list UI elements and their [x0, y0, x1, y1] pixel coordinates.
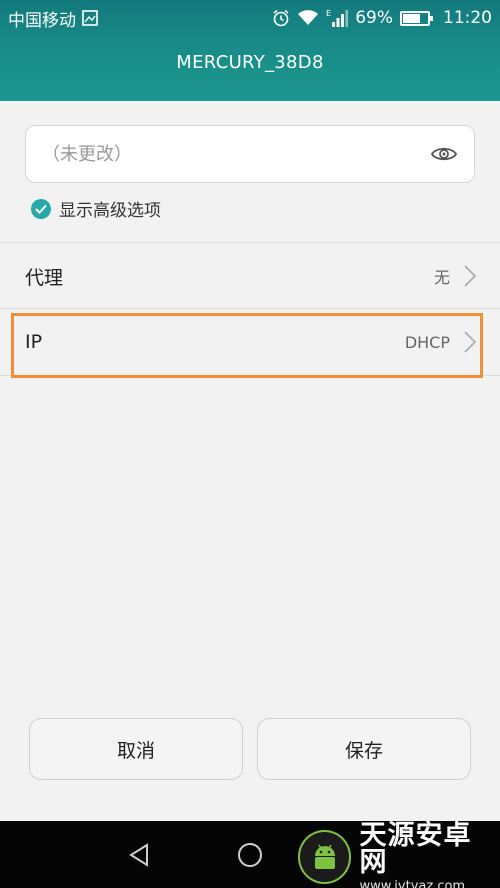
page-title: MERCURY_38D8: [176, 52, 324, 73]
save-button[interactable]: 保存: [257, 718, 471, 780]
ip-settings-row[interactable]: IP DHCP: [0, 309, 500, 375]
proxy-value: 无: [433, 268, 450, 287]
password-input[interactable]: [42, 143, 430, 165]
ip-value: DHCP: [404, 332, 450, 352]
ip-label: IP: [25, 331, 43, 353]
password-field[interactable]: [25, 125, 475, 183]
signal-type-label: E: [326, 9, 331, 18]
status-bar: 中国移动 E 69% 11:20: [0, 0, 500, 36]
wifi-icon: [297, 9, 319, 27]
checkbox-checked-icon[interactable]: [31, 198, 51, 219]
app-header: 中国移动 E 69% 11:20 MERCURY_38D8: [0, 0, 500, 101]
chevron-right-icon: [464, 265, 476, 287]
battery-percent: 69%: [355, 8, 393, 28]
divider: [0, 375, 500, 376]
clock: 11:20: [443, 8, 492, 28]
signal-icon: E: [326, 8, 349, 28]
carrier-label: 中国移动: [8, 10, 76, 31]
cancel-button[interactable]: 取消: [29, 718, 243, 780]
battery-icon: [400, 10, 433, 26]
proxy-label: 代理: [25, 266, 64, 289]
watermark-url: www.jytyaz.com: [359, 878, 466, 888]
android-logo-icon: [298, 830, 352, 884]
eye-icon[interactable]: [430, 143, 458, 165]
alarm-icon: [272, 9, 290, 27]
show-advanced-label: 显示高级选项: [59, 201, 161, 221]
show-advanced-options[interactable]: 显示高级选项: [31, 196, 161, 221]
chevron-right-icon: [464, 331, 476, 353]
proxy-row[interactable]: 代理 无: [0, 243, 500, 309]
watermark-title: 天源安卓网: [359, 819, 472, 878]
home-icon[interactable]: [234, 839, 266, 871]
gallery-notification-icon: [82, 10, 98, 26]
back-icon[interactable]: [123, 839, 155, 871]
watermark: 天源安卓网 www.jytyaz.com: [298, 822, 498, 888]
